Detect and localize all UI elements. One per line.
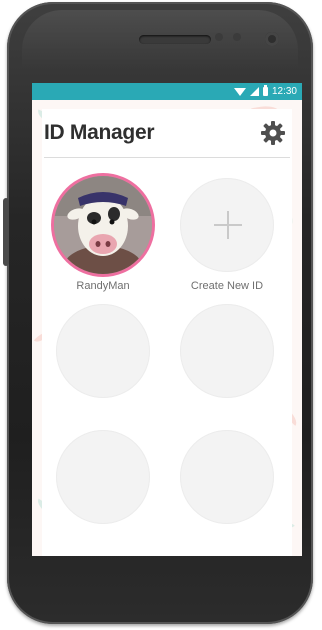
front-camera (265, 32, 279, 46)
gear-icon (261, 121, 285, 145)
empty-id-slot[interactable] (56, 304, 150, 398)
light-sensor (233, 33, 241, 41)
battery-icon (262, 85, 268, 96)
empty-id-slot[interactable] (180, 430, 274, 524)
empty-id-slot[interactable] (56, 430, 150, 524)
status-time: 12:30 (271, 86, 297, 97)
cellular-signal-icon (249, 87, 259, 96)
status-bar: 12:30 (32, 83, 302, 100)
empty-id-slot[interactable] (180, 304, 274, 398)
plus-icon (214, 211, 242, 239)
create-new-id-button[interactable] (180, 178, 274, 272)
create-new-id-label: Create New ID (190, 280, 264, 292)
app-screen: 12:30 ID Manager RandyMan Create New ID (32, 83, 302, 556)
volume-button[interactable] (3, 198, 9, 266)
page-title: ID Manager (44, 121, 155, 144)
earpiece-speaker (139, 35, 211, 44)
proximity-sensor (215, 33, 223, 41)
wifi-icon (233, 87, 246, 96)
header-divider (44, 157, 290, 158)
settings-button[interactable] (260, 120, 286, 146)
profile-avatar[interactable] (54, 176, 152, 274)
profile-label: RandyMan (76, 280, 130, 292)
cow-mask-avatar-image (54, 176, 152, 274)
